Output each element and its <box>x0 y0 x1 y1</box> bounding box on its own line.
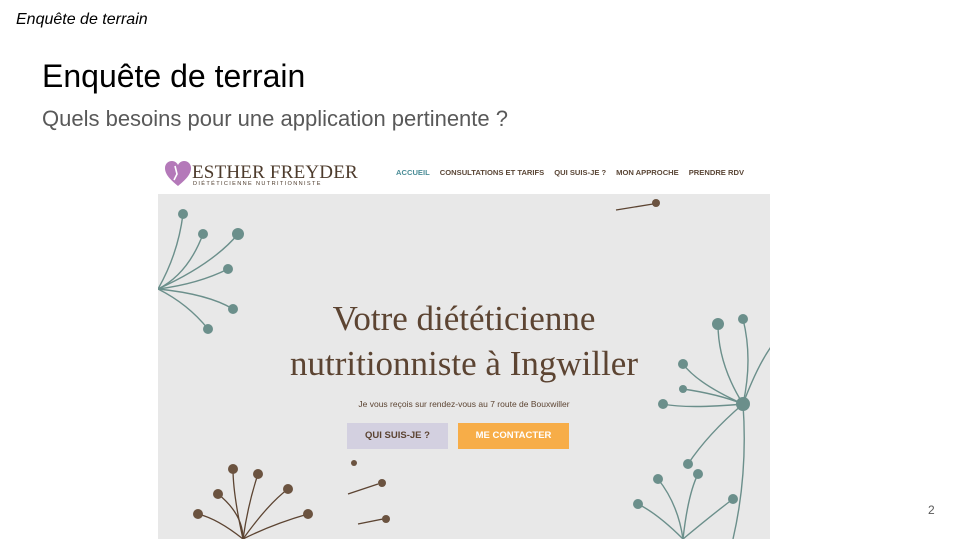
nav-item-qui-suis-je[interactable]: QUI SUIS-JE ? <box>554 168 606 177</box>
heart-logo-icon <box>165 161 191 186</box>
qui-suis-je-button[interactable]: QUI SUIS-JE ? <box>347 423 448 449</box>
nav-item-mon-approche[interactable]: MON APPROCHE <box>616 168 679 177</box>
me-contacter-button[interactable]: ME CONTACTER <box>458 423 569 449</box>
hero-title: Votre diététicienne nutritionniste à Ing… <box>158 296 770 386</box>
site-navbar: ESTHER FREYDER DIÉTÉTICIENNE NUTRITIONNI… <box>158 156 770 194</box>
slide-title: Enquête de terrain <box>42 58 306 94</box>
website-screenshot: ESTHER FREYDER DIÉTÉTICIENNE NUTRITIONNI… <box>158 156 770 539</box>
nav-item-accueil[interactable]: ACCUEIL <box>396 168 430 177</box>
header-section-label: Enquête de terrain <box>16 11 148 28</box>
nav-item-prendre-rdv[interactable]: PRENDRE RDV <box>689 168 744 177</box>
page-number: 2 <box>928 503 935 517</box>
slide-subtitle: Quels besoins pour une application perti… <box>42 106 508 131</box>
logo-tagline: DIÉTÉTICIENNE NUTRITIONNISTE <box>193 181 322 187</box>
nav-item-consultations[interactable]: CONSULTATIONS ET TARIFS <box>440 168 544 177</box>
nav-menu: ACCUEIL CONSULTATIONS ET TARIFS QUI SUIS… <box>396 168 744 177</box>
hero-section: Votre diététicienne nutritionniste à Ing… <box>158 194 770 539</box>
hero-title-line2: nutritionniste à Ingwiller <box>290 344 638 383</box>
hero-title-line1: Votre diététicienne <box>332 299 596 338</box>
hero-address-text: Je vous reçois sur rendez-vous au 7 rout… <box>358 399 570 409</box>
